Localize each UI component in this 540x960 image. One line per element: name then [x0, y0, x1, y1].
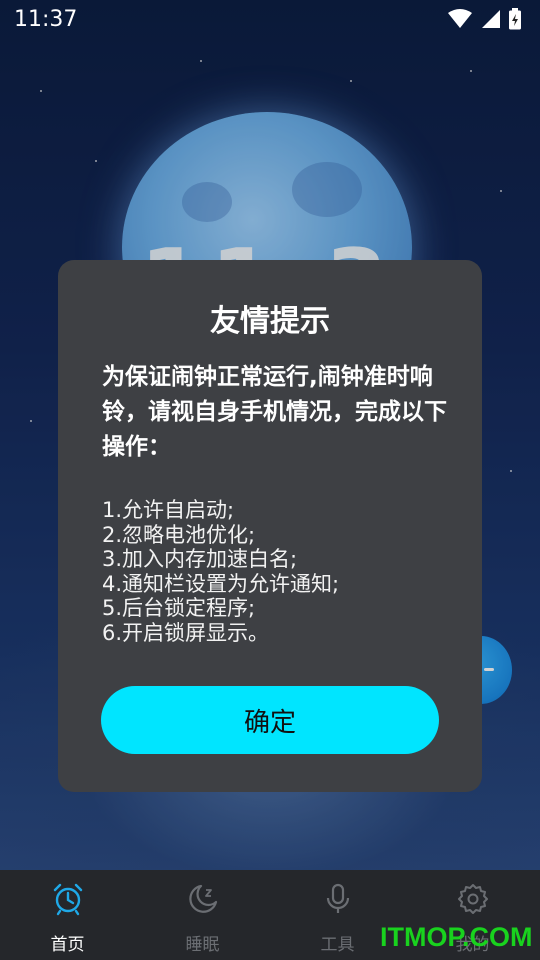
signal-icon	[482, 10, 500, 28]
nav-label-sleep: 睡眠	[185, 935, 220, 955]
status-bar: 11:37	[0, 0, 540, 38]
confirm-button[interactable]: 确定	[101, 686, 439, 754]
watermark-text: ITMOP.COM	[380, 922, 533, 952]
dialog-intro-text: 为保证闹钟正常运行,闹钟准时响铃，请视自身手机情况，完成以下操作：	[102, 364, 447, 460]
nav-item-sleep[interactable]: 睡眠	[135, 870, 270, 960]
wifi-icon	[448, 9, 472, 28]
battery-charging-icon	[509, 8, 521, 30]
nav-label-home: 首页	[50, 935, 85, 955]
notice-dialog: 友情提示 为保证闹钟正常运行,闹钟准时响铃，请视自身手机情况，完成以下操作： 1…	[58, 260, 482, 792]
moon-icon	[188, 884, 217, 913]
alarm-clock-icon	[53, 883, 82, 916]
microphone-icon	[326, 883, 349, 913]
status-time: 11:37	[14, 6, 78, 32]
nav-label-tools: 工具	[320, 935, 355, 955]
dialog-title: 友情提示	[210, 304, 330, 339]
gear-icon	[457, 884, 488, 914]
step-item: 3.加入内存加速白名;	[102, 547, 298, 571]
step-item: 1.允许自启动;	[102, 498, 235, 522]
step-item: 5.后台锁定程序;	[102, 596, 256, 620]
nav-item-home[interactable]: 首页	[0, 870, 135, 960]
dialog-steps-list: 1.允许自启动; 2.忽略电池优化; 3.加入内存加速白名; 4.通知栏设置为允…	[102, 498, 448, 645]
step-item: 2.忽略电池优化;	[102, 522, 256, 547]
step-item: 6.开启锁屏显示。	[102, 620, 270, 645]
step-item: 4.通知栏设置为允许通知;	[102, 571, 340, 596]
